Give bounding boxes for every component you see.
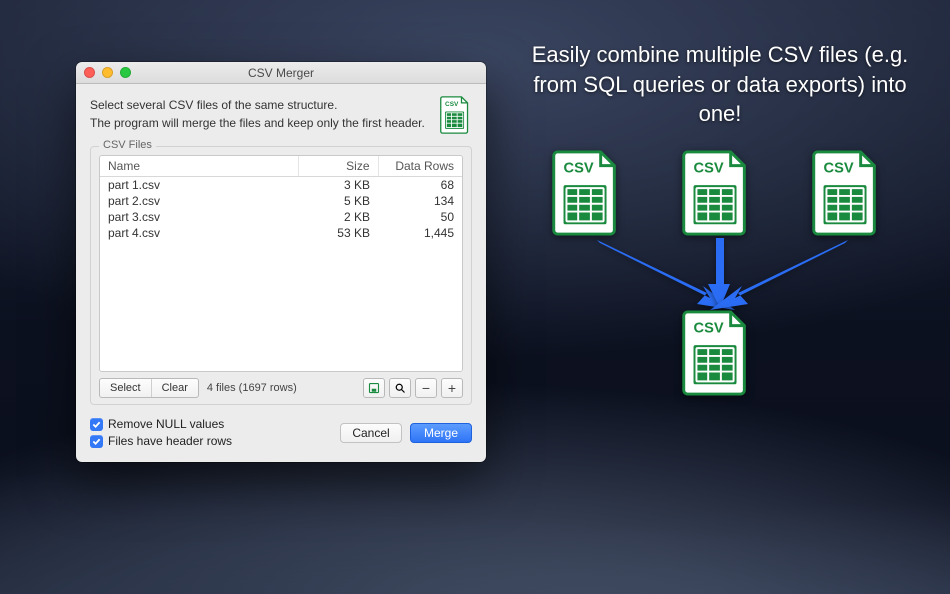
file-rows: 50: [378, 209, 462, 225]
group-label: CSV Files: [99, 139, 156, 151]
promo-text: Easily combine multiple CSV files (e.g. …: [520, 40, 920, 129]
window-title: CSV Merger: [76, 66, 486, 80]
intro-line-1: Select several CSV files of the same str…: [90, 96, 428, 114]
file-size: 53 KB: [298, 225, 378, 241]
remove-null-checkbox[interactable]: Remove NULL values: [90, 417, 232, 431]
table-row[interactable]: part 1.csv 3 KB 68: [100, 177, 462, 194]
checkbox-label: Files have header rows: [108, 434, 232, 448]
save-icon[interactable]: [363, 378, 385, 398]
csv-merger-window: CSV Merger Select several CSV files of t…: [76, 62, 486, 462]
headers-checkbox[interactable]: Files have header rows: [90, 434, 232, 448]
col-size[interactable]: Size: [298, 156, 378, 177]
merge-diagram: [540, 150, 900, 400]
file-size: 3 KB: [298, 177, 378, 194]
file-name: part 4.csv: [100, 225, 298, 241]
csv-file-icon: [550, 150, 622, 236]
table-row[interactable]: part 4.csv 53 KB 1,445: [100, 225, 462, 241]
arrow-icon: [700, 238, 850, 318]
status-text: 4 files (1697 rows): [207, 382, 297, 394]
file-rows: 134: [378, 193, 462, 209]
titlebar[interactable]: CSV Merger: [76, 62, 486, 84]
checkmark-icon: [90, 418, 103, 431]
promo-headline: Easily combine multiple CSV files (e.g. …: [520, 40, 920, 129]
clear-button[interactable]: Clear: [152, 379, 198, 397]
table-row[interactable]: part 3.csv 2 KB 50: [100, 209, 462, 225]
checkmark-icon: [90, 435, 103, 448]
col-name[interactable]: Name: [100, 156, 298, 177]
remove-icon[interactable]: −: [415, 378, 437, 398]
file-rows: 68: [378, 177, 462, 194]
table-row[interactable]: part 2.csv 5 KB 134: [100, 193, 462, 209]
csv-file-icon: [810, 150, 882, 236]
file-name: part 2.csv: [100, 193, 298, 209]
csv-file-icon: [680, 310, 752, 396]
col-rows[interactable]: Data Rows: [378, 156, 462, 177]
file-name: part 3.csv: [100, 209, 298, 225]
file-size: 5 KB: [298, 193, 378, 209]
files-table[interactable]: Name Size Data Rows part 1.csv 3 KB 68 p…: [99, 155, 463, 372]
preview-icon[interactable]: [389, 378, 411, 398]
csv-files-group: CSV Files Name Size Data Rows part 1.csv: [90, 146, 472, 405]
csv-file-icon: [680, 150, 752, 236]
merge-button[interactable]: Merge: [410, 423, 472, 443]
select-button[interactable]: Select: [100, 379, 152, 397]
csv-file-icon: [438, 96, 472, 134]
intro-text: Select several CSV files of the same str…: [90, 96, 428, 134]
checkbox-label: Remove NULL values: [108, 417, 224, 431]
add-icon[interactable]: +: [441, 378, 463, 398]
table-empty-area: [100, 241, 462, 371]
file-size: 2 KB: [298, 209, 378, 225]
cancel-button[interactable]: Cancel: [340, 423, 402, 443]
intro-line-2: The program will merge the files and kee…: [90, 114, 428, 132]
file-rows: 1,445: [378, 225, 462, 241]
file-name: part 1.csv: [100, 177, 298, 194]
